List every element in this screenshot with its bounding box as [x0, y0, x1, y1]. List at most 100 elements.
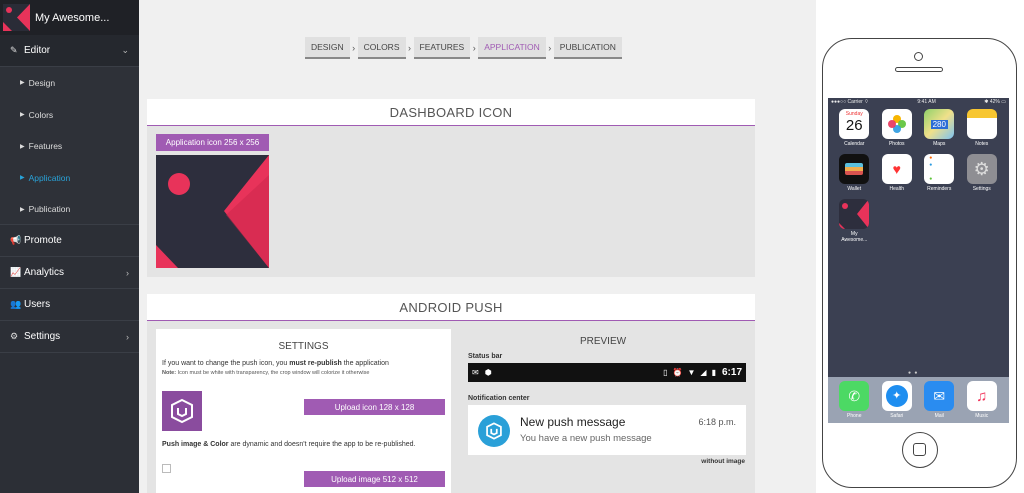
main-content: DESIGN › COLORS › FEATURES › APPLICATION… [139, 0, 816, 493]
maps-shield-icon: 280 [930, 119, 948, 129]
safari-icon: ✦ [881, 381, 912, 411]
settings-title: SETTINGS [278, 341, 329, 352]
app-notes[interactable]: Notes [961, 109, 1004, 147]
app-label: Maps [933, 141, 946, 147]
sidebar-item-label: Users [24, 299, 51, 311]
battery-label: 42% [989, 99, 1000, 105]
settings-description: If you want to change the push icon, you… [162, 360, 451, 367]
mail-icon: ✉ [924, 381, 955, 411]
home-button[interactable] [902, 432, 938, 468]
alarm-icon: ⏰ [672, 368, 683, 377]
page-dots: ● ● [908, 370, 919, 376]
wallet-cards-icon [845, 163, 864, 175]
app-phone[interactable]: ✆ Phone [833, 381, 876, 423]
caret-right-icon: ▶ [20, 80, 25, 87]
notification-body: You have a new push message [520, 433, 652, 444]
battery: ✱ 42% ▭ [984, 99, 1006, 105]
app-music[interactable]: ♫ Music [961, 381, 1004, 423]
status-time: 6:17 [721, 367, 742, 378]
step-application[interactable]: APPLICATION [478, 37, 546, 59]
settings-note: Note: Icon must be white with transparen… [162, 370, 451, 376]
sidebar-item-editor[interactable]: ✎ Editor ⌄ [0, 35, 139, 67]
settings-icon: ⚙ [966, 154, 997, 184]
desc-text: the application [341, 360, 389, 367]
upload-image-button[interactable]: Upload image 512 x 512 [304, 471, 445, 487]
app-settings[interactable]: ⚙ Settings [961, 154, 1004, 192]
app-label: Safari [890, 413, 904, 419]
step-features[interactable]: FEATURES [413, 37, 471, 59]
push-image-checkbox[interactable] [162, 464, 171, 473]
caret-right-icon: ▶ [20, 206, 25, 213]
chevron-right-icon: › [470, 37, 479, 59]
sidebar-item-users[interactable]: 👥 Users [0, 289, 139, 322]
step-design[interactable]: DESIGN [305, 37, 350, 59]
caret-right-icon: ▶ [20, 112, 25, 119]
carrier-label: Carrier [847, 99, 863, 105]
app-label: Calendar [844, 141, 865, 147]
sidebar-item-settings[interactable]: ⚙ Settings › [0, 321, 139, 354]
sidebar-item-analytics[interactable]: 📈 Analytics › [0, 257, 139, 290]
application-icon-button[interactable]: Application icon 256 x 256 [156, 134, 269, 151]
home-screen-apps: Sunday 26 Calendar Photos 280 Maps Notes… [828, 109, 1009, 243]
notification-card: New push message You have a new push mes… [468, 405, 746, 455]
panel-title: DASHBOARD ICON [147, 99, 755, 126]
sidebar-item-label: Analytics [24, 267, 65, 279]
chevron-right-icon: › [545, 37, 554, 59]
app-label: Phone [847, 413, 862, 419]
android-status-bar: ✉ ⬢ ▯ ⏰ ▼ ◢ ▮ 6:17 [468, 363, 746, 382]
health-icon: ♥ [881, 154, 912, 184]
sidebar-subitem-label: Publication [28, 204, 71, 215]
app-label: Music [975, 413, 989, 419]
panel-title: ANDROID PUSH [147, 294, 755, 321]
signal-icon: ◢ [700, 368, 707, 377]
app-mail[interactable]: ✉ Mail [918, 381, 961, 423]
megaphone-icon: 📢 [10, 235, 22, 246]
app-calendar[interactable]: Sunday 26 Calendar [833, 109, 876, 147]
app-photos[interactable]: Photos [876, 109, 919, 147]
pencil-icon: ✎ [10, 45, 18, 55]
maps-icon: 280 [924, 109, 955, 139]
sidebar-subitem-application[interactable]: ▶ Application [0, 162, 139, 194]
chart-icon: 📈 [10, 267, 22, 278]
carrier: ●●●○○ Carrier ⌔ [831, 99, 869, 105]
calendar-date: 26 [845, 117, 863, 134]
push-small-icon: ⬢ [484, 368, 492, 377]
sidebar-subitem-label: Colors [28, 109, 54, 120]
status-bar-label: Status bar [468, 353, 503, 360]
photos-icon [881, 109, 912, 139]
step-publication[interactable]: PUBLICATION [553, 37, 622, 59]
sidebar-subitem-features[interactable]: ▶ Features [0, 130, 139, 163]
application-icon-preview[interactable] [156, 155, 269, 268]
app-my-awesome[interactable]: My Awesome... [833, 199, 876, 243]
reminders-icon: ● ● ● [924, 154, 955, 184]
sidebar-subitem-design[interactable]: ▶ Design [0, 67, 139, 99]
push-bold: Push image & Color [162, 441, 229, 448]
app-maps[interactable]: 280 Maps [918, 109, 961, 147]
upload-icon-button[interactable]: Upload icon 128 x 128 [304, 399, 445, 415]
app-reminders[interactable]: ● ● ● Reminders [918, 154, 961, 192]
calendar-icon: Sunday 26 [839, 109, 870, 139]
app-label: My Awesome... [841, 231, 868, 243]
step-colors[interactable]: COLORS [357, 37, 406, 59]
chevron-right-icon: › [126, 331, 129, 342]
app-safari[interactable]: ✦ Safari [876, 381, 919, 423]
notification-app-icon [478, 415, 510, 447]
app-health[interactable]: ♥ Health [876, 154, 919, 192]
app-label: Mail [934, 413, 944, 419]
push-image-description: Push image & Color are dynamic and doesn… [162, 441, 415, 448]
wifi-icon: ▼ [687, 368, 696, 377]
sidebar: My Awesome... ✎ Editor ⌄ ▶ Design ▶ Colo… [0, 0, 139, 493]
app-label: Notes [975, 141, 989, 147]
brand[interactable]: My Awesome... [0, 0, 139, 35]
chevron-down-icon: ⌄ [121, 45, 129, 55]
sidebar-item-label: Editor [24, 45, 51, 56]
push-settings: SETTINGS If you want to change the push … [156, 329, 451, 493]
sidebar-subitem-colors[interactable]: ▶ Colors [0, 98, 139, 131]
battery-icon: ▮ [711, 368, 716, 377]
sidebar-subitem-publication[interactable]: ▶ Publication [0, 193, 139, 226]
app-wallet[interactable]: Wallet [833, 154, 876, 192]
push-icon-preview[interactable] [162, 391, 202, 431]
sidebar-item-promote[interactable]: 📢 Promote [0, 225, 139, 258]
app-icon [839, 199, 870, 229]
notification-center-label: Notification center [468, 395, 530, 402]
